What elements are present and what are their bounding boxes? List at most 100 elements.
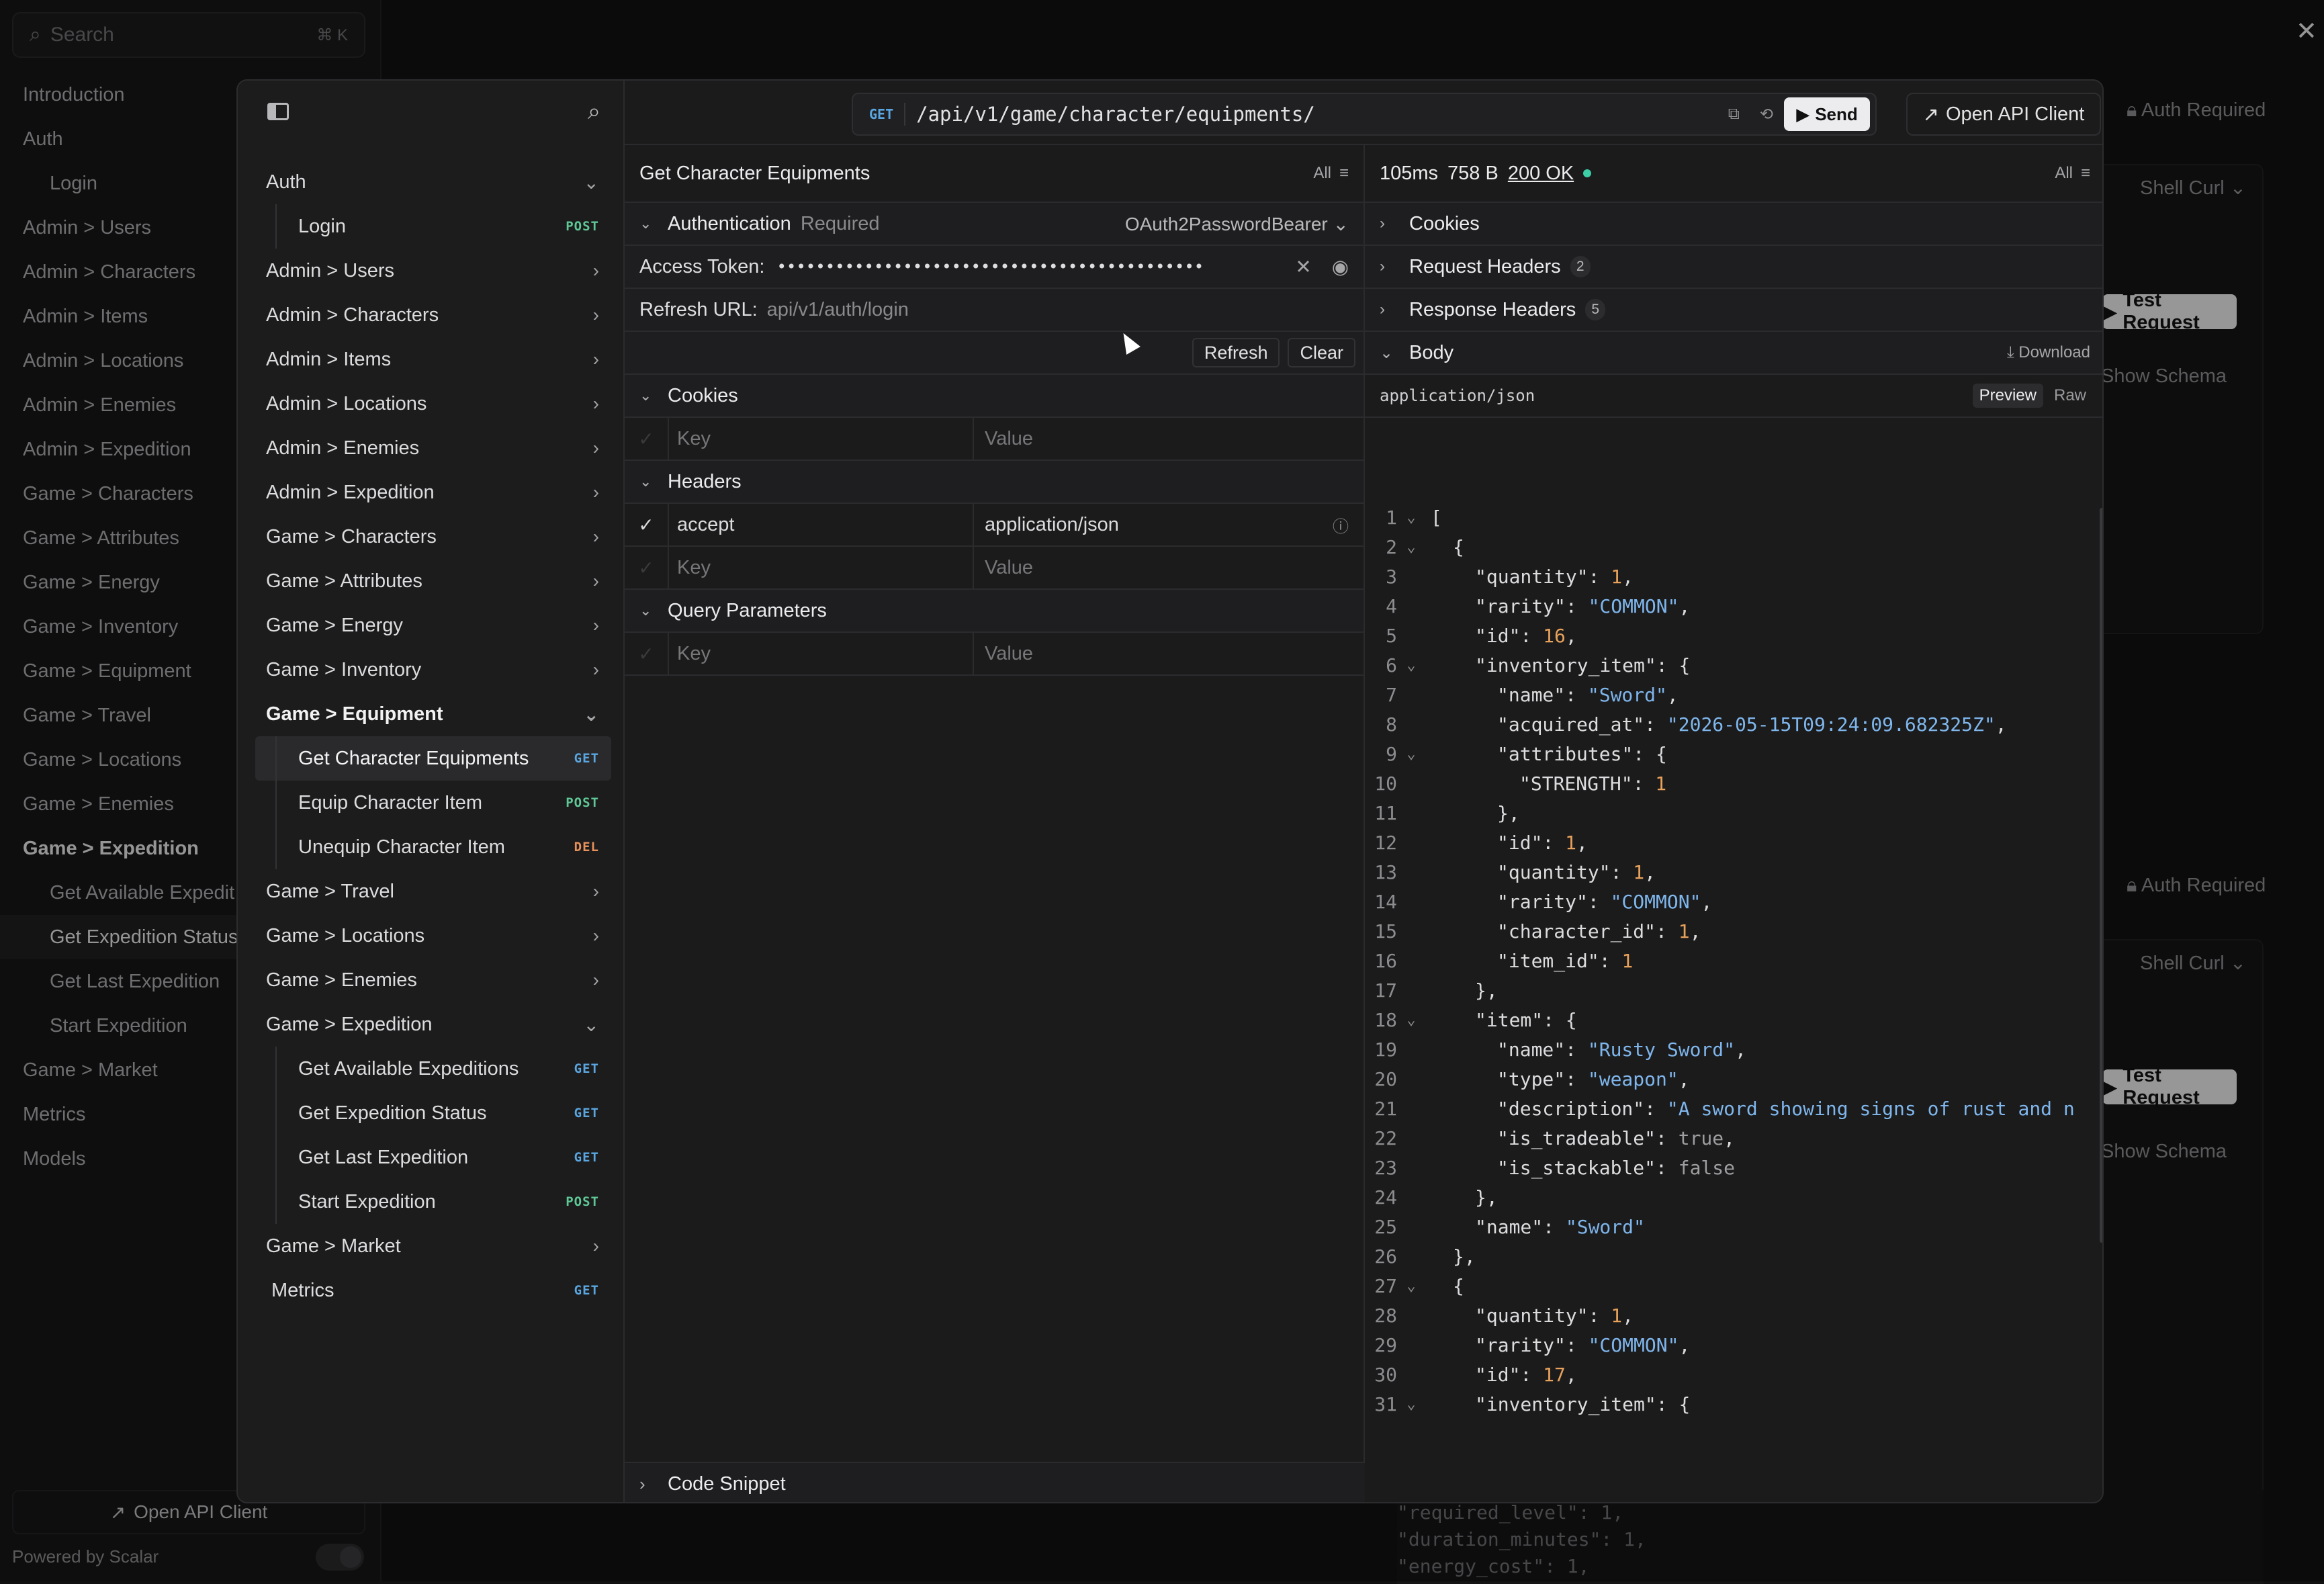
open-api-client-button[interactable]: ↗ Open API Client [1906,93,2101,136]
fold-chevron-icon[interactable]: ⌄ [1397,539,1425,556]
fold-chevron-icon[interactable]: ⌄ [1397,1396,1425,1413]
check-icon[interactable]: ✓ [625,643,668,665]
access-token-input[interactable]: ••••••••••••••••••••••••••••••••••••••••… [776,257,1204,276]
cookies-section-header[interactable]: ⌄ Cookies [625,375,1364,418]
bg-code-line: "energy_cost": 1, [1397,1555,1590,1577]
response-headers-section[interactable]: › Response Headers 5 [1365,289,2102,332]
modal-nav-item[interactable]: Get Character Equipments GET [255,736,611,781]
download-button[interactable]: ⤓ Download [2007,343,2090,362]
modal-nav-item[interactable]: Game > Locations › [255,914,611,958]
check-icon[interactable]: ✓ [625,557,668,579]
bg-shell-curl-2[interactable]: Shell Curl ⌄ [2140,951,2246,975]
response-filter[interactable]: All ≡ [2055,164,2090,183]
modal-nav-item[interactable]: Game > Attributes › [255,559,611,603]
query-key-input[interactable]: Key [668,633,974,674]
request-headers-section[interactable]: › Request Headers 2 [1365,246,2102,289]
check-icon[interactable]: ✓ [625,428,668,450]
modal-nav-item[interactable]: Game > Enemies › [255,958,611,1002]
bg-test-request-2[interactable]: ▶ Test Request [2102,1065,2237,1108]
header-row: ✓ accept application/json ⓘ [625,504,1364,547]
line-number: 18 [1374,1008,1397,1031]
modal-nav-item[interactable]: Get Last Expedition GET [255,1135,611,1180]
code-token: "id": [1497,831,1566,854]
fold-chevron-icon[interactable]: ⌄ [1397,657,1425,674]
response-cookies-section[interactable]: › Cookies [1365,203,2102,246]
cookie-value-input[interactable]: Value [974,418,1364,459]
theme-toggle[interactable] [316,1544,364,1571]
fold-chevron-icon[interactable]: ⌄ [1397,1278,1425,1294]
modal-nav-item[interactable]: Admin > Enemies › [255,426,611,470]
modal-nav-item-label: Admin > Items [266,348,392,370]
auth-section-header[interactable]: ⌄ Authentication Required OAuth2PasswordBe… [625,203,1364,246]
modal-nav-item[interactable]: Admin > Locations › [255,382,611,426]
modal-nav-item[interactable]: Equip Character Item POST [255,781,611,825]
code-scrollbar[interactable] [2100,508,2102,1243]
info-icon[interactable]: ⓘ [1333,513,1349,537]
check-icon[interactable]: ✓ [625,514,668,536]
fold-chevron-icon[interactable]: ⌄ [1397,746,1425,762]
modal-nav-item[interactable]: Game > Travel › [255,869,611,914]
code-token: "item_id": [1497,949,1622,972]
modal-nav-item[interactable]: Game > Market › [255,1224,611,1268]
header-value-input[interactable]: Value [974,547,1364,588]
close-icon[interactable]: ✕ [2296,16,2317,46]
bg-show-schema-2[interactable]: Show Schema [2101,1141,2227,1163]
url-toolbar: GET /api/v1/game/character/equipments/ ⧉… [625,81,2102,145]
history-icon[interactable]: ⟲ [1760,105,1773,124]
url-bar[interactable]: GET /api/v1/game/character/equipments/ ⧉… [852,93,1877,136]
modal-nav-item[interactable]: Login POST [255,204,611,249]
modal-nav-item[interactable]: Game > Inventory › [255,648,611,692]
query-value-input[interactable]: Value [974,633,1364,674]
modal-nav-item[interactable]: Game > Energy › [255,603,611,648]
sidebar-toggle-icon[interactable] [267,103,289,120]
modal-nav-item[interactable]: Game > Equipment ⌄ [255,692,611,736]
clear-token-icon[interactable]: ✕ [1295,255,1311,279]
modal-nav-item[interactable]: Get Expedition Status GET [255,1091,611,1135]
request-filter[interactable]: All ≡ [1313,164,1349,183]
search-icon: ⌕ [30,24,41,46]
modal-nav-item[interactable]: Admin > Characters › [255,293,611,337]
raw-tab[interactable]: Raw [2050,384,2090,408]
fold-chevron-icon[interactable]: ⌄ [1397,509,1425,526]
modal-nav-item[interactable]: Start Expedition POST [255,1180,611,1224]
header-key-input[interactable]: accept [668,504,974,545]
body-section[interactable]: ⌄ Body ⤓ Download [1365,332,2102,375]
bg-search-input[interactable]: ⌕ Search ⌘ K [12,12,365,58]
modal-nav-item[interactable]: Admin > Items › [255,337,611,382]
modal-nav-item[interactable]: Auth ⌄ [255,160,611,204]
url-method[interactable]: GET [869,106,893,122]
headers-section-header[interactable]: ⌄ Headers [625,461,1364,504]
bg-test-request-1[interactable]: ▶ Test Request [2102,290,2237,333]
lock-icon: 🔒︎ [2127,99,2137,121]
fold-chevron-icon[interactable]: ⌄ [1397,1012,1425,1028]
url-path-input[interactable]: /api/v1/game/character/equipments/ [916,103,1728,126]
modal-nav-item[interactable]: Get Available Expeditions GET [255,1047,611,1091]
code-token: "inventory_item": [1475,1393,1679,1415]
header-value-input[interactable]: application/json ⓘ [974,504,1364,545]
code-token: "2026-05-15T09:24:09.682325Z" [1666,713,1996,736]
modal-nav-item[interactable]: Unequip Character Item DEL [255,825,611,869]
bg-shell-curl-1[interactable]: Shell Curl ⌄ [2140,176,2246,200]
code-snippet-section-header[interactable]: › Code Snippet [625,1462,1365,1502]
modal-nav-item[interactable]: Metrics GET [255,1268,611,1313]
auth-scheme-select[interactable]: OAuth2PasswordBearer ⌄ [1125,213,1349,235]
search-icon[interactable]: ⌕ [588,99,600,125]
preview-tab[interactable]: Preview [1972,384,2043,408]
modal-nav-item[interactable]: Game > Characters › [255,515,611,559]
eye-icon[interactable]: ◉ [1332,255,1349,279]
refresh-url-input[interactable]: api/v1/auth/login [767,299,909,321]
modal-nav-item[interactable]: Admin > Users › [255,249,611,293]
query-params-section-header[interactable]: ⌄ Query Parameters [625,590,1364,633]
clear-button[interactable]: Clear [1288,338,1355,367]
send-button[interactable]: ▶ Send [1784,97,1870,131]
line-number: 14 [1374,890,1397,913]
copy-icon[interactable]: ⧉ [1728,105,1740,124]
chevron-right-icon: › [592,659,599,680]
cookie-key-input[interactable]: Key [668,418,974,459]
line-number: 10 [1374,772,1397,795]
refresh-button[interactable]: Refresh [1192,338,1280,367]
modal-nav-item[interactable]: Game > Expedition ⌄ [255,1002,611,1047]
header-key-input[interactable]: Key [668,547,974,588]
modal-nav-item[interactable]: Admin > Expedition › [255,470,611,515]
bg-show-schema-1[interactable]: Show Schema [2101,365,2227,388]
